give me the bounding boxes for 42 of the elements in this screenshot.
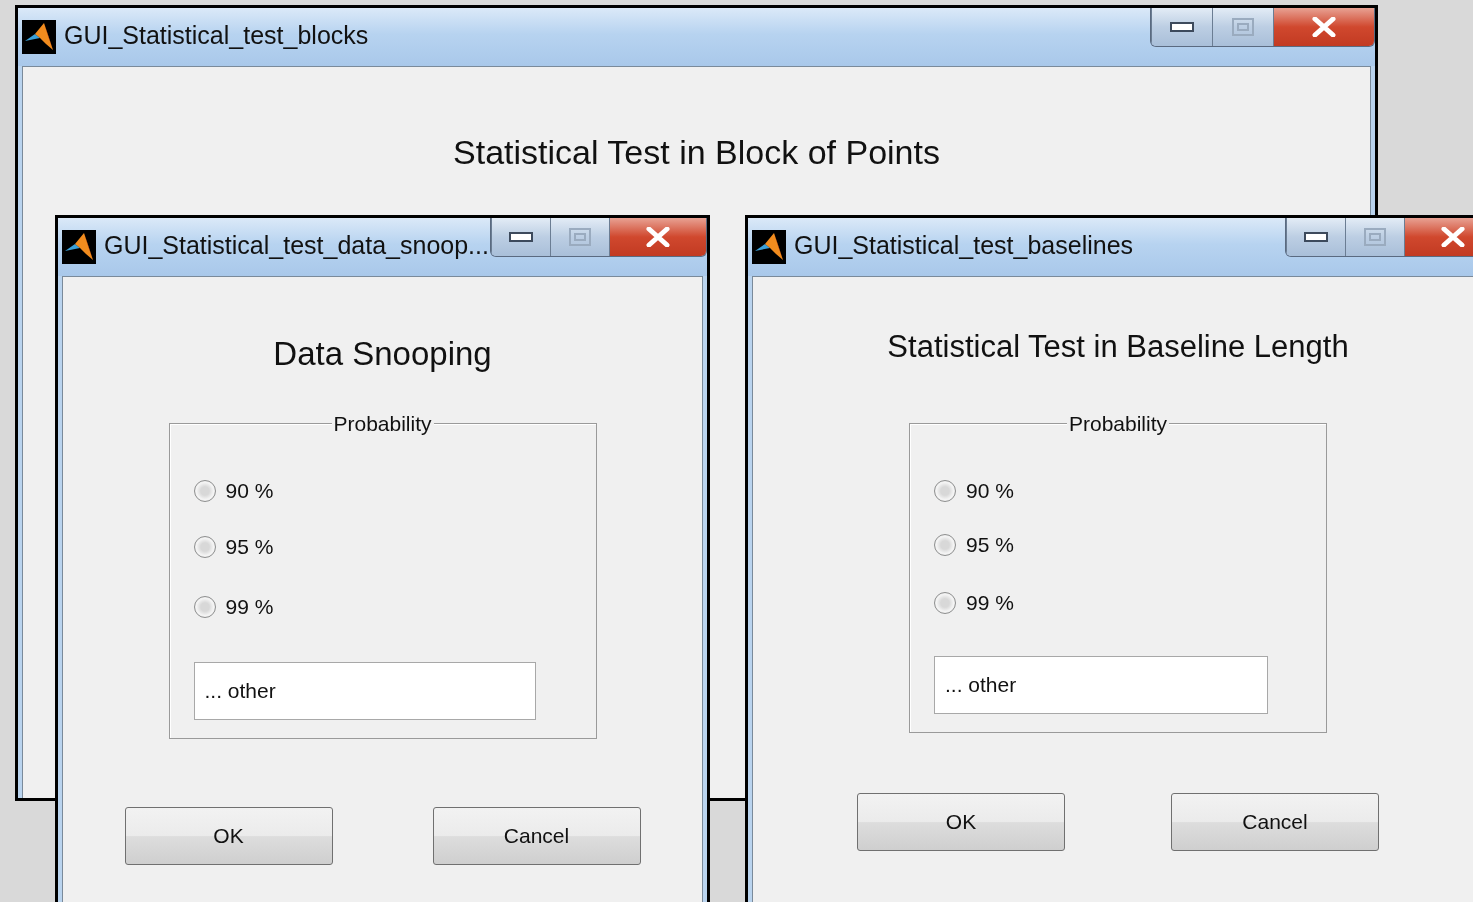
radio-button[interactable] bbox=[193, 596, 216, 618]
close-button[interactable] bbox=[609, 218, 706, 256]
close-icon bbox=[1441, 227, 1465, 247]
close-icon bbox=[646, 227, 670, 247]
dialog-heading: Statistical Test in Baseline Length bbox=[887, 329, 1349, 365]
maximize-icon bbox=[569, 228, 591, 246]
window-title: GUI_Statistical_test_baselines bbox=[794, 230, 1134, 260]
radio-button[interactable] bbox=[934, 592, 956, 614]
radio-button[interactable] bbox=[934, 480, 956, 502]
radio-label: 95 % bbox=[966, 533, 1014, 557]
radio-button[interactable] bbox=[934, 534, 956, 556]
minimize-icon bbox=[509, 232, 533, 242]
other-input-field[interactable]: ... other bbox=[934, 656, 1268, 714]
window-heading: Statistical Test in Block of Points bbox=[453, 133, 940, 172]
radio-label: 95 % bbox=[225, 535, 274, 559]
radio-button[interactable] bbox=[193, 480, 216, 502]
app-logo-icon bbox=[62, 230, 96, 264]
minimize-button[interactable] bbox=[1286, 218, 1345, 256]
other-input-field[interactable]: ... other bbox=[193, 662, 536, 720]
minimize-icon bbox=[1170, 22, 1194, 32]
close-button[interactable] bbox=[1404, 218, 1473, 256]
maximize-icon bbox=[1232, 18, 1254, 36]
minimize-button[interactable] bbox=[1151, 8, 1212, 46]
radio-label: 99 % bbox=[966, 591, 1014, 615]
radio-label: 99 % bbox=[225, 595, 274, 619]
ok-button[interactable]: OK bbox=[857, 793, 1065, 851]
dialog-heading: Data Snooping bbox=[273, 335, 492, 373]
app-logo-icon bbox=[22, 20, 56, 54]
maximize-icon bbox=[1364, 228, 1386, 246]
close-button[interactable] bbox=[1273, 8, 1374, 46]
radio-label: 90 % bbox=[225, 479, 274, 503]
app-logo-icon bbox=[752, 230, 786, 264]
cancel-button[interactable]: Cancel bbox=[1171, 793, 1379, 851]
window-title: GUI_Statistical_test_data_snoop... bbox=[104, 230, 489, 260]
cancel-button[interactable]: Cancel bbox=[432, 807, 641, 865]
ok-button[interactable]: OK bbox=[124, 807, 333, 865]
window-title: GUI_Statistical_test_blocks bbox=[64, 20, 369, 50]
close-icon bbox=[1312, 17, 1336, 37]
radio-button[interactable] bbox=[193, 536, 216, 558]
minimize-button[interactable] bbox=[491, 218, 550, 256]
radio-label: 90 % bbox=[966, 479, 1014, 503]
minimize-icon bbox=[1304, 232, 1328, 242]
